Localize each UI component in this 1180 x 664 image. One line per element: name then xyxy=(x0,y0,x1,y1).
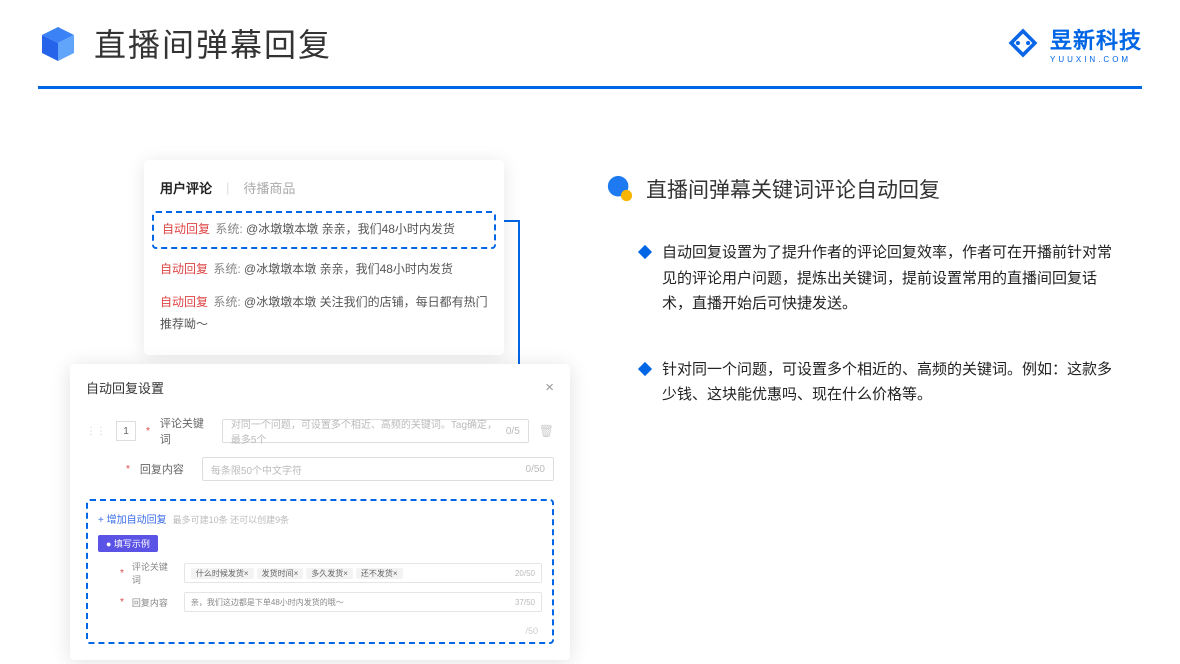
system-label: 系统: xyxy=(215,222,242,236)
bullet-text: 自动回复设置为了提升作者的评论回复效率，作者可在开播前针对常见的评论用户问题，提… xyxy=(662,240,1126,317)
comment-row: 自动回复 系统: @冰墩墩本墩 亲亲，我们48小时内发货 xyxy=(160,253,488,287)
tag: 什么时候发货× xyxy=(191,568,254,579)
drag-handle-icon[interactable]: ⋮⋮ xyxy=(86,426,106,437)
comment-text: @冰墩墩本墩 亲亲，我们48小时内发货 xyxy=(244,262,453,276)
counter: 37/50 xyxy=(515,598,535,607)
comment-text: @冰墩墩本墩 关注我们的店铺，每日都有热门推荐呦～ xyxy=(160,295,488,331)
settings-card: 自动回复设置 × ⋮⋮ 1 * 评论关键词 对同一个问题，可设置多个相近、高频的… xyxy=(70,364,570,660)
ghost-counter: /50 xyxy=(525,626,538,636)
tag: 还不发货× xyxy=(356,568,403,579)
required-icon: * xyxy=(120,568,124,579)
label-content: 回复内容 xyxy=(140,461,192,477)
bullet-item: 针对同一个问题，可设置多个相近的、高频的关键词。例如：这款多少钱、这块能优惠吗、… xyxy=(606,357,1126,408)
example-content-row: * 回复内容 亲，我们这边都是下单48小时内发货的哦～ 37/50 xyxy=(120,592,542,612)
tab-products[interactable]: 待播商品 xyxy=(243,178,295,197)
comment-text: @冰墩墩本墩 亲亲，我们48小时内发货 xyxy=(246,222,455,236)
form-row-keyword: ⋮⋮ 1 * 评论关键词 对同一个问题，可设置多个相近、高频的关键词。Tag确定… xyxy=(86,415,554,447)
auto-reply-badge: 自动回复 xyxy=(160,262,208,276)
tab-user-comments[interactable]: 用户评论 xyxy=(160,178,212,197)
header-left: 直播间弹幕回复 xyxy=(38,20,332,66)
trash-icon[interactable]: 🗑 xyxy=(539,424,554,438)
system-label: 系统: xyxy=(213,262,240,276)
header-right: 昱新科技 YUUXIN.COM xyxy=(1006,23,1142,64)
form-row-content: * 回复内容 每条限50个中文字符 0/50 xyxy=(86,457,554,481)
content-input[interactable]: 每条限50个中文字符 0/50 xyxy=(202,457,554,481)
page-title: 直播间弹幕回复 xyxy=(94,20,332,66)
settings-title: 自动回复设置 xyxy=(86,378,164,397)
diamond-bullet-icon xyxy=(638,245,652,259)
tag: 多久发货× xyxy=(306,568,353,579)
auto-reply-badge: 自动回复 xyxy=(162,222,210,236)
placeholder-text: 每条限50个中文字符 xyxy=(211,462,302,477)
tabs: 用户评论 | 待播商品 xyxy=(160,178,488,197)
example-tags: 什么时候发货×发货时间×多久发货×还不发货× xyxy=(191,568,406,579)
label-keyword: 评论关键词 xyxy=(160,415,212,447)
comment-row-highlighted: 自动回复 系统: @冰墩墩本墩 亲亲，我们48小时内发货 xyxy=(152,211,496,249)
screenshot-mock: 用户评论 | 待播商品 自动回复 系统: @冰墩墩本墩 亲亲，我们48小时内发货… xyxy=(70,140,576,630)
brand-name: 昱新科技 xyxy=(1050,23,1142,55)
settings-header: 自动回复设置 × xyxy=(86,378,554,397)
counter: 0/5 xyxy=(506,426,520,437)
tag: 发货时间× xyxy=(257,568,304,579)
comment-row: 自动回复 系统: @冰墩墩本墩 关注我们的店铺，每日都有热门推荐呦～ xyxy=(160,286,488,341)
required-icon: * xyxy=(146,426,150,437)
auto-reply-badge: 自动回复 xyxy=(160,295,208,309)
cube-icon xyxy=(38,23,78,63)
order-number: 1 xyxy=(116,421,136,441)
ex-label-content: 回复内容 xyxy=(132,596,176,609)
bullet-item: 自动回复设置为了提升作者的评论回复效率，作者可在开播前针对常见的评论用户问题，提… xyxy=(606,240,1126,317)
connector-line xyxy=(504,220,518,222)
section-title: 直播间弹幕关键词评论自动回复 xyxy=(646,174,940,204)
placeholder-text: 对同一个问题，可设置多个相近、高频的关键词。Tag确定，最多5个 xyxy=(231,416,506,446)
example-content-input[interactable]: 亲，我们这边都是下单48小时内发货的哦～ 37/50 xyxy=(184,592,542,612)
counter: 0/50 xyxy=(526,464,545,475)
page-header: 直播间弹幕回复 昱新科技 YUUXIN.COM xyxy=(38,20,1142,66)
add-auto-reply-link[interactable]: + 增加自动回复最多可建10条 还可以创建9条 xyxy=(98,511,542,526)
add-hint: 最多可建10条 还可以创建9条 xyxy=(173,515,290,525)
bullet-text: 针对同一个问题，可设置多个相近的、高频的关键词。例如：这款多少钱、这块能优惠吗、… xyxy=(662,357,1126,408)
brand-url: YUUXIN.COM xyxy=(1050,55,1142,64)
header-divider xyxy=(38,86,1142,89)
example-keyword-input[interactable]: 什么时候发货×发货时间×多久发货×还不发货× 20/50 xyxy=(184,563,542,583)
brand-logo-icon xyxy=(1006,26,1040,60)
example-box: + 增加自动回复最多可建10条 还可以创建9条 ● 填写示例 * 评论关键词 什… xyxy=(86,499,554,644)
example-badge: ● 填写示例 xyxy=(98,535,158,552)
keyword-input[interactable]: 对同一个问题，可设置多个相近、高频的关键词。Tag确定，最多5个 0/5 xyxy=(222,419,529,443)
example-keyword-row: * 评论关键词 什么时候发货×发货时间×多久发货×还不发货× 20/50 xyxy=(120,560,542,586)
ex-label-keyword: 评论关键词 xyxy=(132,560,176,586)
close-icon[interactable]: × xyxy=(545,379,554,396)
content-right: 直播间弹幕关键词评论自动回复 自动回复设置为了提升作者的评论回复效率，作者可在开… xyxy=(606,174,1126,448)
system-label: 系统: xyxy=(213,295,240,309)
brand-text: 昱新科技 YUUXIN.COM xyxy=(1050,23,1142,64)
tab-divider: | xyxy=(226,180,229,195)
required-icon: * xyxy=(120,597,124,608)
counter: 20/50 xyxy=(515,569,535,578)
example-content-text: 亲，我们这边都是下单48小时内发货的哦～ xyxy=(191,597,344,608)
required-icon: * xyxy=(126,464,130,475)
chat-bubble-icon xyxy=(606,175,634,203)
diamond-bullet-icon xyxy=(638,361,652,375)
section-heading: 直播间弹幕关键词评论自动回复 xyxy=(606,174,1126,204)
comments-card: 用户评论 | 待播商品 自动回复 系统: @冰墩墩本墩 亲亲，我们48小时内发货… xyxy=(144,160,504,355)
